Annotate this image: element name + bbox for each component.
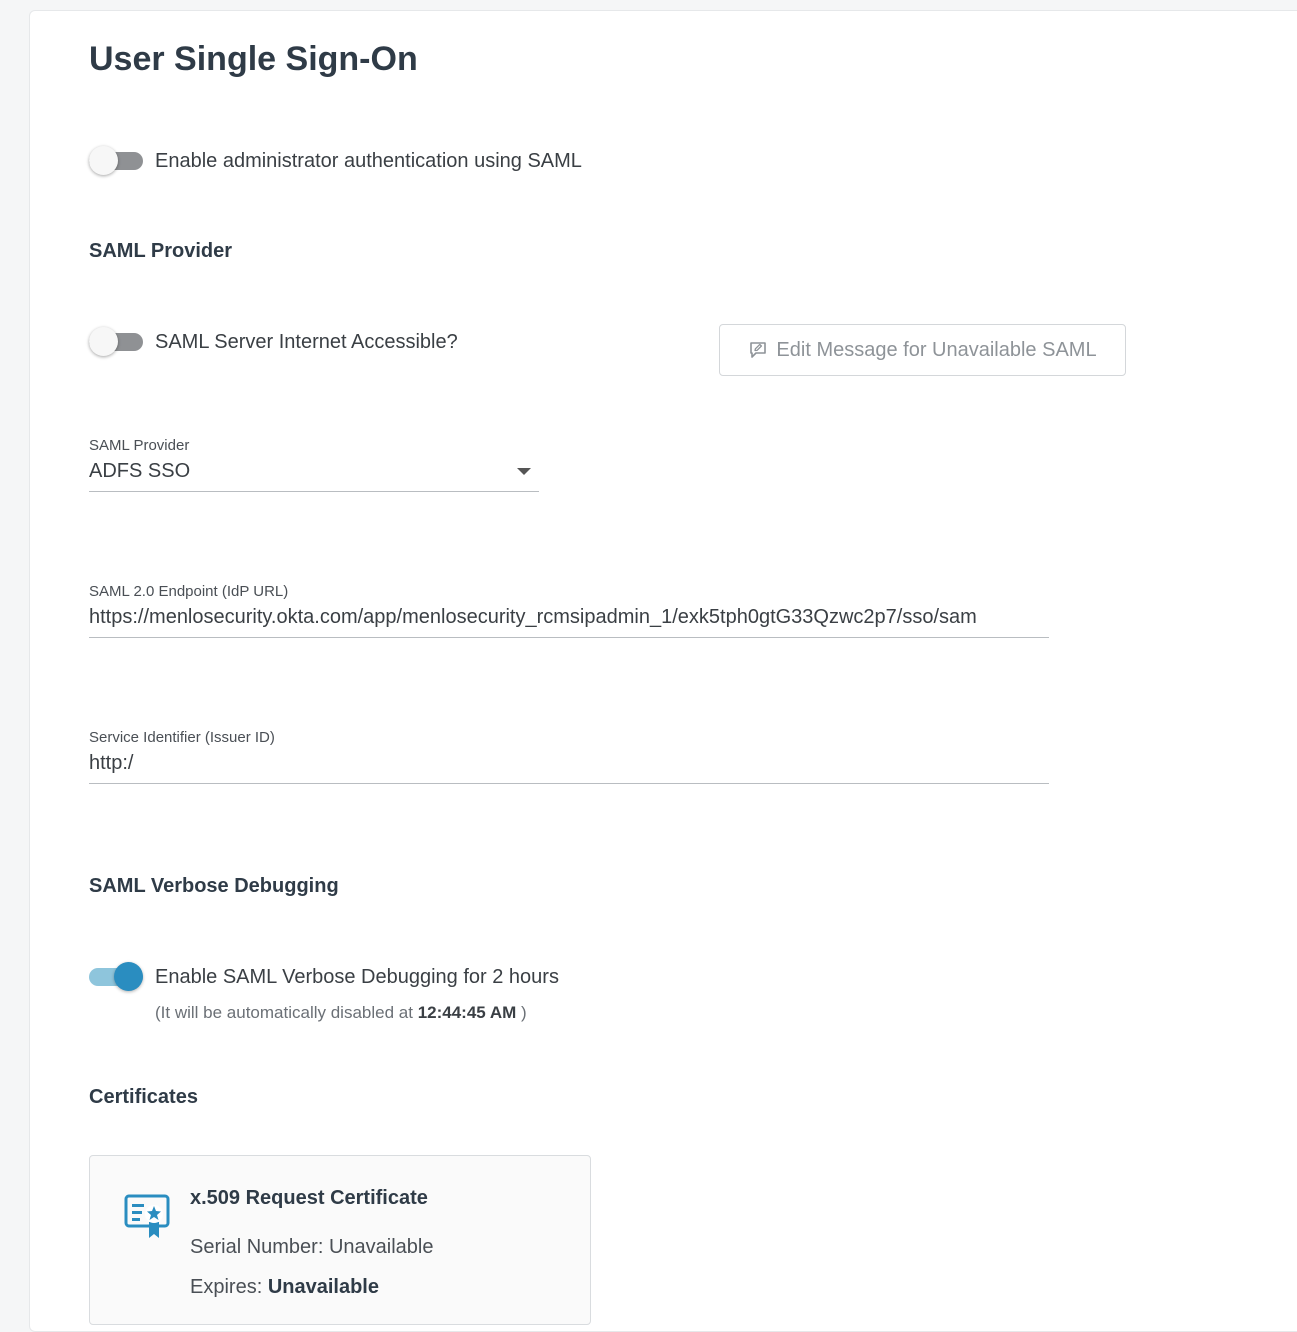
certificate-expires-value: Unavailable bbox=[267, 1276, 379, 1298]
debugging-row: Enable SAML Verbose Debugging for 2 hour… bbox=[89, 962, 559, 992]
admin-auth-row: Enable administrator authentication usin… bbox=[89, 146, 582, 176]
debugging-note-time: 12:44:45 AM bbox=[417, 1003, 517, 1022]
settings-panel bbox=[29, 10, 1297, 1332]
saml-provider-field-label: SAML Provider bbox=[89, 437, 190, 454]
issuer-field: Service Identifier (Issuer ID) http:/ bbox=[89, 729, 1049, 784]
internet-accessible-toggle[interactable] bbox=[89, 327, 143, 357]
debugging-heading: SAML Verbose Debugging bbox=[89, 875, 339, 897]
certificate-serial-value: Unavailable bbox=[328, 1236, 434, 1258]
certificate-expires: Expires: Unavailable bbox=[190, 1276, 379, 1299]
internet-accessible-row: SAML Server Internet Accessible? bbox=[89, 327, 458, 357]
saml-provider-heading: SAML Provider bbox=[89, 240, 232, 262]
saml-provider-select-value: ADFS SSO bbox=[89, 460, 191, 482]
issuer-input[interactable]: http:/ bbox=[89, 752, 1049, 784]
debugging-note: (It will be automatically disabled at 12… bbox=[155, 1003, 527, 1023]
edit-message-button[interactable]: Edit Message for Unavailable SAML bbox=[719, 324, 1126, 376]
certificate-serial: Serial Number: Unavailable bbox=[190, 1236, 433, 1259]
admin-auth-label: Enable administrator authentication usin… bbox=[155, 149, 582, 172]
certificate-title: x.509 Request Certificate bbox=[190, 1187, 428, 1209]
comment-edit-icon bbox=[750, 342, 767, 358]
toggle-thumb bbox=[89, 327, 118, 356]
edit-message-button-label: Edit Message for Unavailable SAML bbox=[776, 338, 1097, 361]
certificate-icon bbox=[124, 1194, 170, 1238]
debugging-note-suffix: ) bbox=[521, 1003, 527, 1022]
saml-provider-select[interactable]: ADFS SSO bbox=[89, 460, 539, 492]
issuer-field-label: Service Identifier (Issuer ID) bbox=[89, 729, 275, 746]
certificate-serial-label: Serial Number: bbox=[190, 1236, 324, 1258]
internet-accessible-label: SAML Server Internet Accessible? bbox=[155, 330, 458, 353]
toggle-thumb bbox=[114, 962, 143, 991]
toggle-thumb bbox=[89, 146, 118, 175]
endpoint-field-label: SAML 2.0 Endpoint (IdP URL) bbox=[89, 583, 289, 600]
endpoint-field: SAML 2.0 Endpoint (IdP URL) https://menl… bbox=[89, 583, 1049, 638]
saml-provider-field: SAML Provider ADFS SSO bbox=[89, 437, 539, 492]
debugging-toggle[interactable] bbox=[89, 962, 143, 992]
certificate-expires-label: Expires: bbox=[190, 1276, 263, 1298]
admin-auth-toggle[interactable] bbox=[89, 146, 143, 176]
chevron-down-icon bbox=[517, 468, 531, 475]
debugging-note-prefix: (It will be automatically disabled at bbox=[155, 1003, 413, 1022]
certificate-card: x.509 Request Certificate Serial Number:… bbox=[89, 1155, 591, 1325]
page-title: User Single Sign-On bbox=[89, 40, 418, 78]
certificates-heading: Certificates bbox=[89, 1086, 198, 1108]
debugging-label: Enable SAML Verbose Debugging for 2 hour… bbox=[155, 965, 559, 988]
endpoint-input[interactable]: https://menlosecurity.okta.com/app/menlo… bbox=[89, 606, 1049, 638]
